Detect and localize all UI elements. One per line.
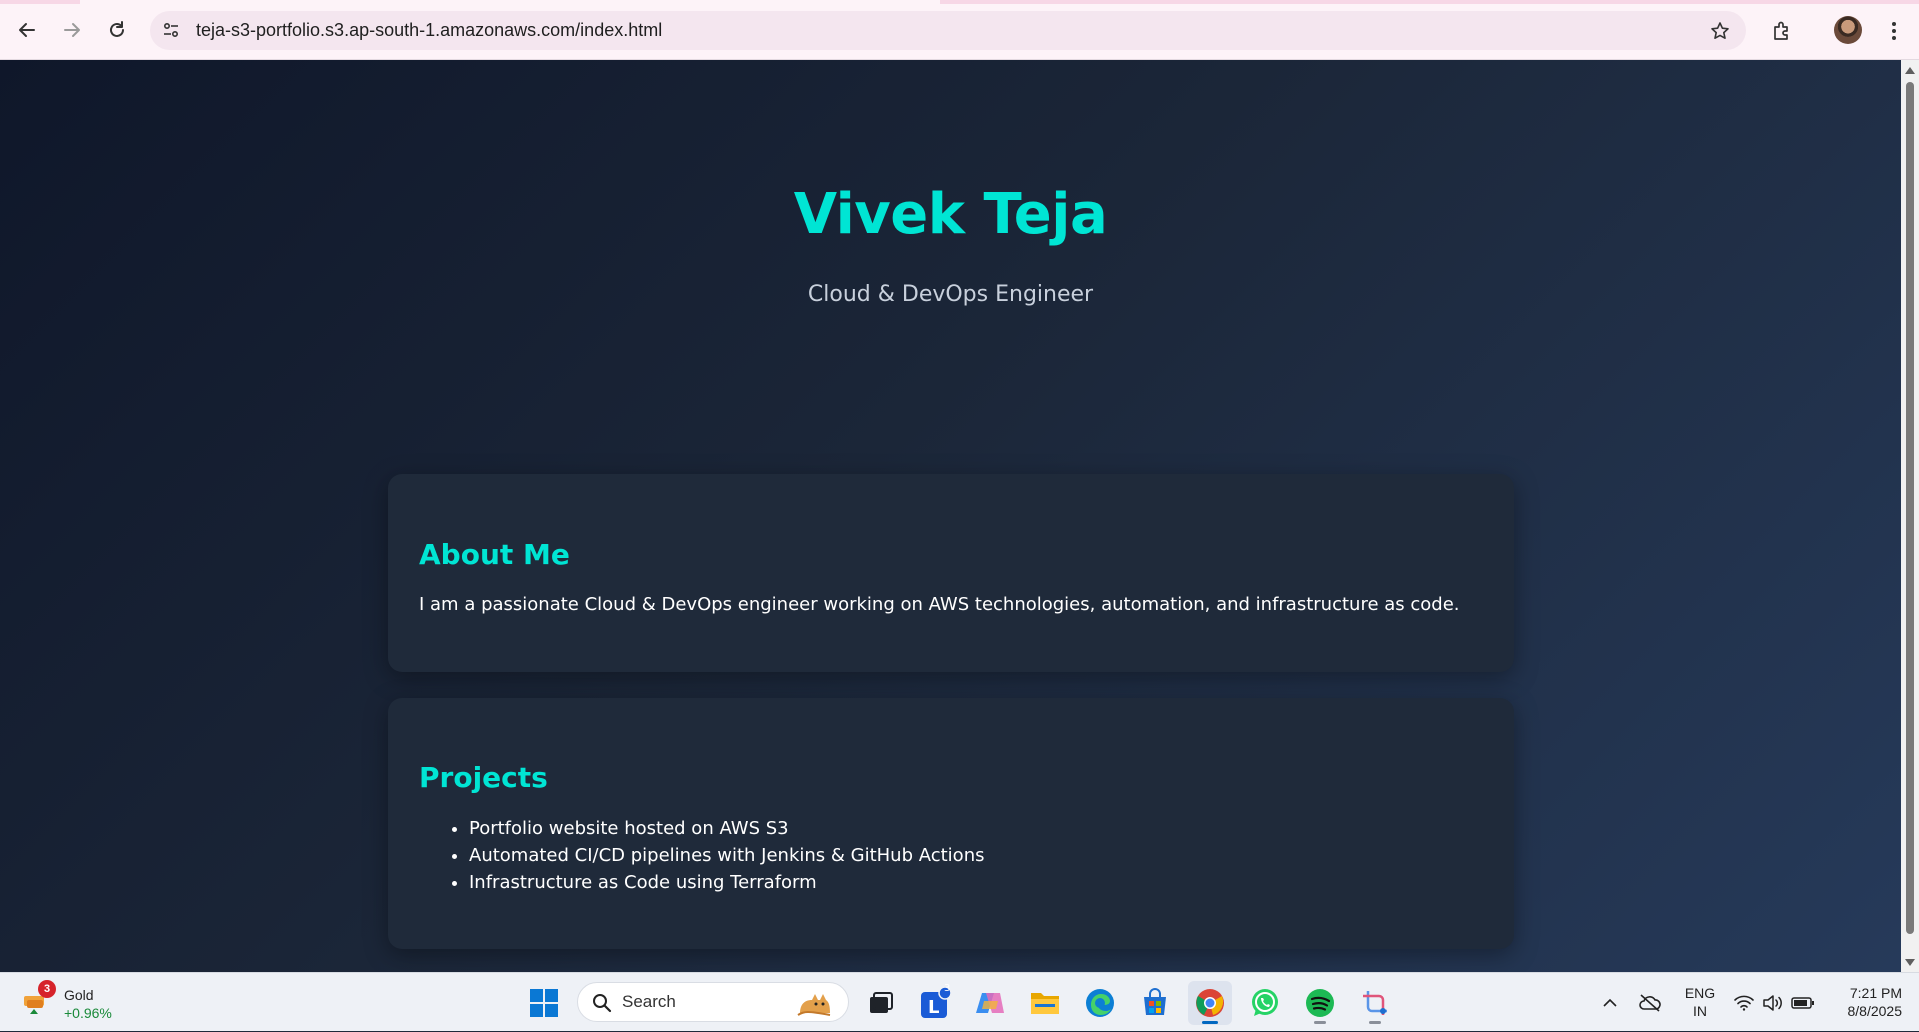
snipping-tool-icon[interactable] xyxy=(1353,981,1397,1025)
forward-icon xyxy=(64,23,80,37)
extensions-icon[interactable] xyxy=(1767,16,1797,46)
address-bar[interactable]: teja-s3-portfolio.s3.ap-south-1.amazonaw… xyxy=(150,11,1746,50)
page-scrollbar[interactable] xyxy=(1901,60,1919,972)
running-indicator xyxy=(1314,1021,1326,1024)
copilot-icon[interactable] xyxy=(968,981,1012,1025)
lang-code: ENG xyxy=(1684,985,1716,1001)
task-view-icon[interactable] xyxy=(858,981,902,1025)
weather-widget[interactable]: 3 Gold +0.96% xyxy=(22,980,132,1024)
onedrive-offline-icon[interactable] xyxy=(1635,973,1665,1032)
edge-icon[interactable] xyxy=(1078,981,1122,1025)
url-text[interactable]: teja-s3-portfolio.s3.ap-south-1.amazonaw… xyxy=(196,11,662,50)
about-card: About Me I am a passionate Cloud & DevOp… xyxy=(388,474,1514,672)
back-icon xyxy=(19,23,35,37)
svg-text:L: L xyxy=(928,997,939,1018)
running-indicator xyxy=(1369,1021,1381,1024)
scroll-down-icon[interactable] xyxy=(1905,959,1915,966)
portfolio-page: Vivek Teja Cloud & DevOps Engineer About… xyxy=(0,60,1901,972)
clock-date: 8/8/2025 xyxy=(1847,1003,1903,1019)
scroll-up-icon[interactable] xyxy=(1905,67,1915,74)
volume-icon[interactable] xyxy=(1760,973,1786,1032)
back-button[interactable] xyxy=(10,13,44,47)
reload-button[interactable] xyxy=(100,13,134,47)
scrollbar-thumb[interactable] xyxy=(1906,82,1914,934)
wifi-icon[interactable] xyxy=(1731,973,1757,1032)
search-icon xyxy=(593,994,612,1013)
page-subtitle: Cloud & DevOps Engineer xyxy=(807,282,1094,307)
chevron-up-icon xyxy=(1603,998,1617,1007)
widget-value: +0.96% xyxy=(64,1005,112,1021)
cat-illustration-icon xyxy=(797,994,831,1016)
microsoft-store-icon[interactable] xyxy=(1133,981,1177,1025)
clock-time: 7:21 PM xyxy=(1849,985,1902,1001)
file-explorer-icon[interactable] xyxy=(1023,981,1067,1025)
list-item: Automated CI/CD pipelines with Jenkins &… xyxy=(469,842,984,869)
projects-card: Projects Portfolio website hosted on AWS… xyxy=(388,698,1514,949)
projects-heading: Projects xyxy=(419,761,548,794)
taskbar-search[interactable]: Search xyxy=(577,982,849,1022)
about-heading: About Me xyxy=(419,538,570,571)
windows-taskbar: 3 Gold +0.96% Search L 3 ENG IN 7:21 PM … xyxy=(0,972,1919,1031)
show-hidden-icons[interactable] xyxy=(1598,973,1622,1032)
tab-strip-edge xyxy=(0,0,1919,4)
app-l-badge: 3 xyxy=(944,983,951,994)
list-item: Portfolio website hosted on AWS S3 xyxy=(469,815,984,842)
page-title: Vivek Teja xyxy=(793,182,1108,247)
active-indicator xyxy=(1202,1021,1218,1024)
list-item: Infrastructure as Code using Terraform xyxy=(469,869,984,896)
windows-start-icon[interactable] xyxy=(522,981,566,1025)
spotify-icon[interactable] xyxy=(1298,981,1342,1025)
search-label: Search xyxy=(622,992,676,1011)
battery-icon[interactable] xyxy=(1789,973,1817,1032)
whatsapp-icon[interactable] xyxy=(1243,981,1287,1025)
language-indicator[interactable]: ENG IN xyxy=(1680,984,1720,1020)
chrome-icon[interactable] xyxy=(1188,981,1232,1025)
about-text: I am a passionate Cloud & DevOps enginee… xyxy=(419,594,1460,615)
forward-button[interactable] xyxy=(55,13,89,47)
browser-toolbar: teja-s3-portfolio.s3.ap-south-1.amazonaw… xyxy=(0,0,1919,60)
profile-avatar[interactable] xyxy=(1834,16,1862,44)
lang-region: IN xyxy=(1693,1003,1707,1019)
projects-list: Portfolio website hosted on AWS S3 Autom… xyxy=(419,815,984,896)
reload-icon xyxy=(110,21,124,37)
system-clock[interactable]: 7:21 PM 8/8/2025 xyxy=(1818,984,1903,1020)
widget-title: Gold xyxy=(64,987,94,1003)
widget-badge: 3 xyxy=(38,980,56,998)
star-icon[interactable] xyxy=(1708,19,1732,43)
app-l-icon[interactable]: L 3 xyxy=(913,981,957,1025)
menu-icon[interactable] xyxy=(1882,16,1906,46)
site-info-icon[interactable] xyxy=(160,19,182,41)
